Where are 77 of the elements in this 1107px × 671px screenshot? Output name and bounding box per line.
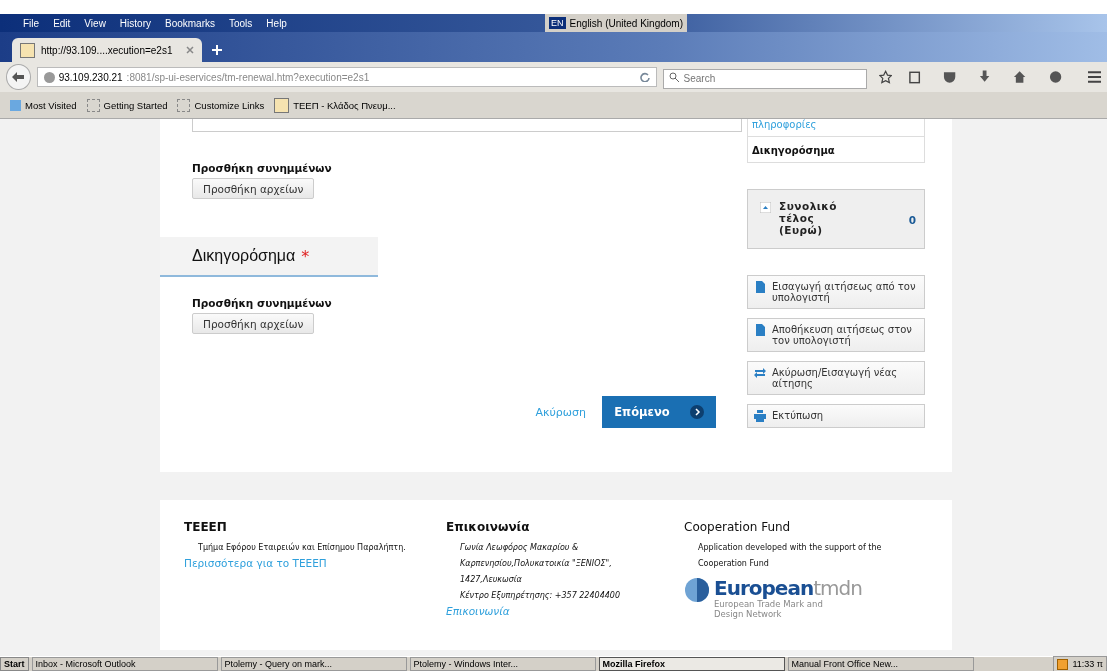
back-arrow-icon: [12, 71, 25, 83]
language-bar[interactable]: EN English (United Kingdom): [545, 14, 687, 32]
footer-title: Επικοινωνία: [446, 520, 531, 534]
chevron-icon: [689, 405, 704, 419]
swap-arrows-icon: [754, 367, 766, 379]
address-field[interactable]: 93.109.230.21 :8081/sp-ui-eservices/tm-renewal.htm?execution=e2s1: [36, 67, 657, 87]
document-icon: [754, 324, 766, 336]
start-button[interactable]: Start: [0, 657, 29, 671]
back-button[interactable]: [6, 64, 31, 90]
home-icon[interactable]: [1013, 70, 1027, 84]
sidebar-action-button[interactable]: Εισαγωγή αιτήσεως από τον υπολογιστή: [747, 275, 925, 309]
download-icon[interactable]: [978, 70, 992, 84]
menu-item[interactable]: Help: [259, 17, 294, 29]
attachments-label: Προσθήκη συνημμένων: [192, 297, 333, 309]
footer-text: Καρπενησίου,Πολυκατοικία "ΞΕΝΙΟΣ",: [459, 558, 613, 570]
required-asterisk: *: [301, 246, 310, 266]
page-icon: [86, 98, 100, 112]
footer-text: Cooperation Fund: [697, 558, 770, 570]
sidebar-action-button[interactable]: Αποθήκευση αιτήσεως στον τον υπολογιστή: [747, 318, 925, 352]
menu-item[interactable]: Bookmarks: [158, 17, 222, 29]
logo-wordmark: Europeantmdn: [714, 577, 862, 599]
taskbar-item[interactable]: Ptolemy - Query on mark...: [220, 657, 407, 671]
tab-title: http://93.109....xecution=e2s1: [41, 44, 174, 56]
search-icon: [668, 72, 679, 82]
browser-tab[interactable]: http://93.109....xecution=e2s1: [12, 38, 202, 62]
footer-text: Γωνία Λεωφόρος Μακαρίου &: [459, 541, 580, 554]
clock: 11:33 π: [1072, 659, 1103, 669]
globe-logo-icon: [684, 577, 710, 603]
collapse-icon[interactable]: [760, 202, 771, 213]
url-path: :8081/sp-ui-eservices/tm-renewal.htm?execution=e2s1: [126, 71, 370, 83]
taskbar-item[interactable]: Mozilla Firefox: [598, 657, 785, 671]
search-field[interactable]: Search: [662, 68, 867, 89]
taskbar-item[interactable]: Ptolemy - Windows Inter...: [409, 657, 596, 671]
tray-icon[interactable]: [1057, 658, 1069, 670]
footer-title: Cooperation Fund: [684, 520, 792, 534]
favicon-icon: [20, 42, 35, 58]
plus-icon[interactable]: [212, 45, 222, 55]
menu-item[interactable]: Edit: [46, 17, 78, 29]
bookmark-label: Most Visited: [25, 99, 77, 111]
url-host: 93.109.230.21: [58, 71, 123, 83]
globe-icon: [43, 71, 55, 83]
close-icon[interactable]: [186, 46, 194, 54]
total-fee-value: 0: [908, 214, 916, 226]
favicon-icon: [274, 97, 290, 113]
footer-text: Application developed with the support of the: [697, 542, 883, 554]
attachments-label: Προσθήκη συνημμένων: [192, 162, 333, 174]
menu-item[interactable]: View: [77, 17, 113, 29]
total-fee-label: Συνολικό τέλος (Ευρώ): [779, 200, 839, 236]
language-label: English (United Kingdom): [569, 17, 683, 29]
taskbar-item[interactable]: Inbox - Microsoft Outlook: [31, 657, 218, 671]
sidebar-action-button[interactable]: Ακύρωση/Εισαγωγή νέας αίτησης: [747, 361, 925, 395]
document-icon: [754, 281, 766, 293]
menu-item[interactable]: Tools: [222, 17, 260, 29]
footer-text: Τμήμα Εφόρου Εταιρειών και Επίσημου Παραλήπτη.: [197, 541, 407, 554]
star-icon[interactable]: [878, 70, 892, 84]
step-link[interactable]: Δικηγορόσημα: [748, 136, 924, 162]
section-title: Δικηγορόσημα: [192, 247, 296, 265]
reload-icon[interactable]: [639, 72, 650, 82]
menu-icon[interactable]: [1087, 71, 1102, 83]
logo-subtitle: European Trade Mark and Design Network: [714, 599, 824, 619]
add-files-button[interactable]: Προσθήκη αρχείων: [192, 313, 315, 334]
bookmark-label: Getting Started: [103, 99, 168, 111]
page-icon: [177, 98, 191, 112]
footer-text: 1427,Λευκωσία: [459, 574, 523, 586]
menu-item[interactable]: File: [16, 17, 47, 29]
bookmark-label: Customize Links: [194, 99, 265, 111]
print-icon: [754, 410, 766, 422]
language-code: EN: [549, 17, 566, 29]
next-button[interactable]: Επόμενο: [602, 396, 716, 428]
sidebar-action-button[interactable]: Εκτύπωση: [747, 404, 925, 428]
footer-text: Κέντρο Εξυπηρέτησης: +357 22404400: [459, 589, 621, 602]
add-files-button[interactable]: Προσθήκη αρχείων: [192, 178, 315, 199]
folder-icon: [10, 99, 21, 111]
bookmark-label: ΤΕΕΠ - Κλάδος Πνευμ...: [293, 99, 396, 111]
menu-item[interactable]: History: [112, 17, 158, 29]
taskbar-item[interactable]: Manual Front Office New...: [787, 657, 974, 671]
footer-title: ΤΕΕΕΠ: [184, 520, 228, 534]
